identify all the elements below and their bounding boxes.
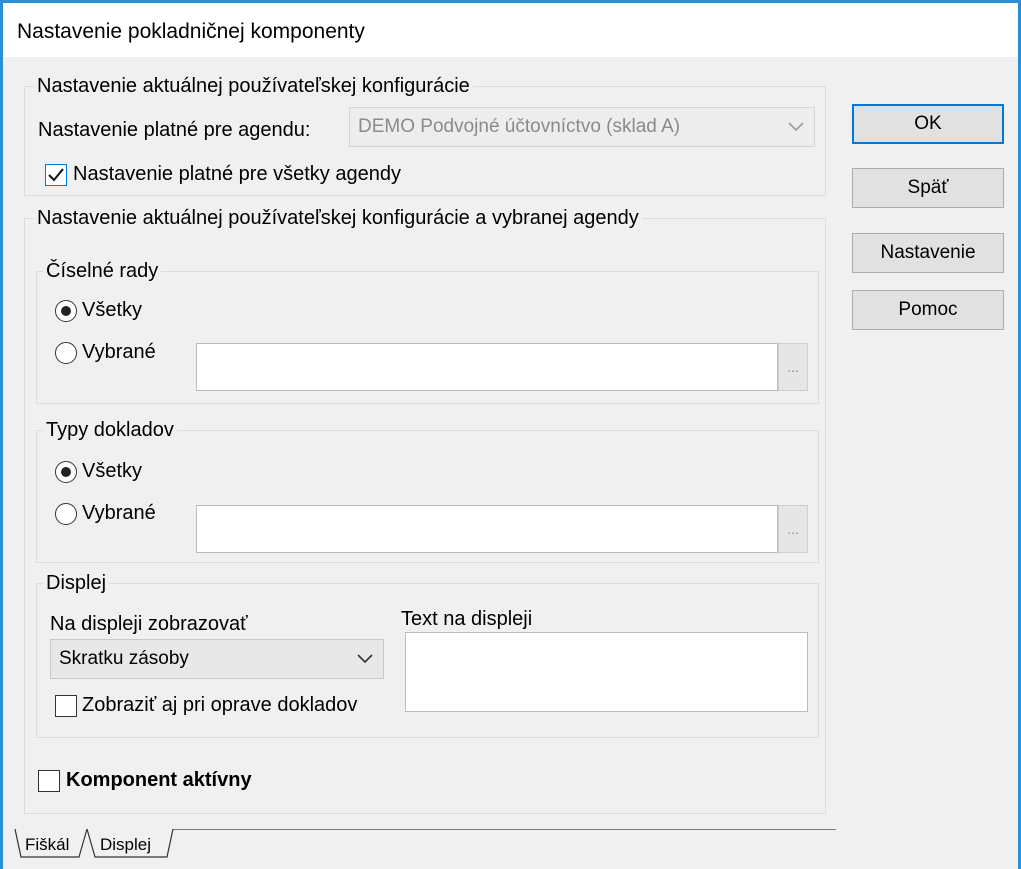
number-series-legend: Číselné rady	[43, 260, 162, 283]
tab-fiskal[interactable]: Fiškál	[25, 835, 69, 855]
help-button[interactable]: Pomoc	[852, 290, 1004, 330]
display-show-label: Na displeji zobrazovať	[50, 613, 248, 635]
number-series-browse-button[interactable]: ...	[778, 343, 808, 391]
chevron-down-icon	[357, 648, 373, 670]
display-show-select[interactable]: Skratku zásoby	[50, 639, 384, 679]
document-types-browse-button[interactable]: ...	[778, 505, 808, 553]
component-active-checkbox[interactable]	[38, 770, 60, 792]
show-on-edit-label: Zobraziť aj pri oprave dokladov	[82, 694, 358, 716]
display-legend: Displej	[43, 572, 110, 595]
dialog-window: Nastavenie pokladničnej komponenty OK Sp…	[0, 0, 1021, 869]
number-series-all-radio[interactable]	[55, 300, 77, 322]
all-agendas-checkbox[interactable]	[45, 164, 67, 186]
agenda-label: Nastavenie platné pre agendu:	[38, 119, 311, 141]
document-types-field[interactable]	[196, 505, 778, 553]
number-series-all-label: Všetky	[82, 299, 143, 321]
number-series-selected-radio[interactable]	[55, 342, 77, 364]
settings-button[interactable]: Nastavenie	[852, 233, 1004, 273]
tab-strip-line	[171, 829, 836, 830]
user-agenda-config-legend: Nastavenie aktuálnej používateľskej konf…	[34, 207, 642, 230]
number-series-field[interactable]	[196, 343, 778, 391]
title-bar: Nastavenie pokladničnej komponenty	[3, 3, 1018, 57]
ok-button[interactable]: OK	[852, 104, 1004, 144]
document-types-all-radio[interactable]	[55, 461, 77, 483]
tab-displej[interactable]: Displej	[100, 835, 151, 855]
agenda-select-value: DEMO Podvojné účtovníctvo (sklad A)	[358, 116, 681, 137]
show-on-edit-checkbox[interactable]	[55, 695, 77, 717]
user-config-legend: Nastavenie aktuálnej používateľskej konf…	[34, 75, 473, 98]
number-series-selected-label: Vybrané	[82, 341, 156, 363]
display-text-label: Text na displeji	[401, 608, 533, 630]
document-types-selected-radio[interactable]	[55, 503, 77, 525]
back-button[interactable]: Späť	[852, 168, 1004, 208]
window-title: Nastavenie pokladničnej komponenty	[17, 20, 365, 43]
document-types-legend: Typy dokladov	[43, 419, 177, 442]
document-types-all-label: Všetky	[82, 460, 143, 482]
display-show-select-value: Skratku zásoby	[59, 648, 189, 669]
chevron-down-icon	[788, 116, 804, 138]
component-active-label: Komponent aktívny	[66, 769, 252, 791]
agenda-select[interactable]: DEMO Podvojné účtovníctvo (sklad A)	[349, 107, 815, 147]
document-types-selected-label: Vybrané	[82, 502, 156, 524]
checkmark-icon	[48, 168, 64, 182]
display-text-field[interactable]	[405, 632, 808, 712]
all-agendas-label: Nastavenie platné pre všetky agendy	[73, 163, 401, 185]
